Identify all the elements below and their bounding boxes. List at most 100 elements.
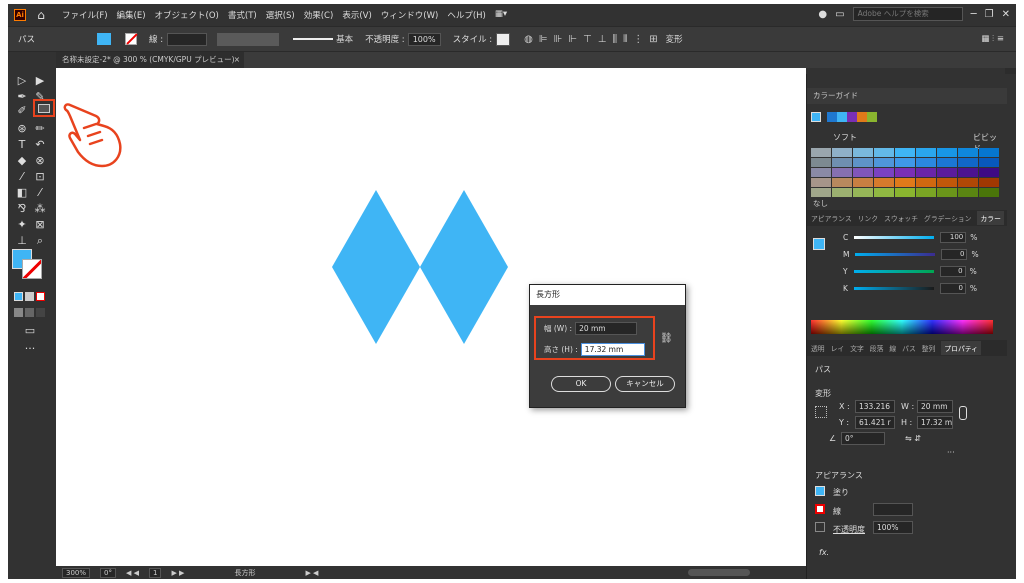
- eyedropper-icon[interactable]: ⁄: [32, 186, 48, 200]
- more-tools-icon[interactable]: ···: [22, 342, 38, 356]
- menu-select[interactable]: 選択(S): [266, 9, 295, 21]
- base-color-swatch[interactable]: [811, 112, 821, 122]
- document-tab[interactable]: 名称未設定-2* @ 300 % (CMYK/GPU プレビュー) ×: [56, 52, 244, 68]
- transform-more-icon[interactable]: ···: [947, 448, 955, 457]
- brush-tool-icon[interactable]: ✐: [14, 104, 30, 118]
- menu-effect[interactable]: 効果(C): [304, 9, 334, 21]
- menu-edit[interactable]: 編集(E): [117, 9, 146, 21]
- distribute-icon[interactable]: ⫼: [612, 34, 617, 45]
- eraser-tool-icon[interactable]: ◆: [14, 154, 30, 168]
- appearance-opacity-field[interactable]: 100%: [873, 521, 913, 534]
- slice-tool-icon[interactable]: ⊥: [14, 234, 30, 248]
- h-field[interactable]: 17.32 m: [917, 416, 953, 429]
- type-tool-icon[interactable]: T: [14, 138, 30, 152]
- tab-paragraph[interactable]: 段落: [870, 343, 884, 353]
- pen-tool-icon[interactable]: ✒: [14, 90, 30, 104]
- restore-button[interactable]: ❐: [985, 9, 994, 20]
- constrain-wh-icon[interactable]: [959, 406, 967, 420]
- draw-behind-icon[interactable]: [25, 308, 34, 317]
- direct-selection-tool-icon[interactable]: ▶: [32, 74, 48, 88]
- tab-pathfinder[interactable]: パス: [902, 343, 916, 353]
- tab-swatches[interactable]: スウォッチ: [884, 213, 918, 223]
- pin-tool-icon[interactable]: ✦: [14, 218, 30, 232]
- height-input[interactable]: 17.32 mm: [580, 343, 645, 356]
- magenta-value[interactable]: 0: [941, 249, 968, 260]
- cyan-value[interactable]: 100: [940, 232, 967, 243]
- menu-file[interactable]: ファイル(F): [62, 9, 108, 21]
- selection-tool-icon[interactable]: ▷: [14, 74, 30, 88]
- blob-brush-icon[interactable]: ⁄: [14, 170, 30, 184]
- stroke-style-label[interactable]: 基本: [336, 33, 353, 45]
- arrange-documents-icon[interactable]: ▭: [835, 9, 844, 20]
- align-top-icon[interactable]: ⊤: [583, 34, 592, 45]
- ok-button[interactable]: OK: [551, 376, 611, 392]
- undo-tool-icon[interactable]: ↶: [32, 138, 48, 152]
- fill-swatch[interactable]: [97, 33, 112, 45]
- close-window-button[interactable]: ✕: [1002, 9, 1010, 20]
- artboard-tool-icon[interactable]: ⊠: [32, 218, 48, 232]
- transform-label[interactable]: 変形: [666, 33, 683, 45]
- stroke-swatch[interactable]: [125, 33, 138, 45]
- rotate-tool-icon[interactable]: ⊛: [14, 122, 30, 136]
- harmony-swatch[interactable]: [847, 112, 857, 122]
- rotation-field[interactable]: 0°: [100, 568, 116, 578]
- tab-color[interactable]: カラー: [977, 211, 1004, 225]
- black-value[interactable]: 0: [939, 283, 966, 294]
- w-field[interactable]: 20 mm: [917, 400, 953, 413]
- align-right-icon[interactable]: ⊩: [568, 34, 577, 45]
- symbol-sprayer-icon[interactable]: ⁂: [32, 202, 48, 216]
- color-mode-icon[interactable]: [14, 292, 23, 301]
- minimize-button[interactable]: ─: [971, 9, 977, 20]
- stroke-weight-field[interactable]: [167, 32, 208, 46]
- tab-align[interactable]: 整列: [922, 343, 936, 353]
- menu-type[interactable]: 書式(T): [228, 9, 257, 21]
- menu-object[interactable]: オブジェクト(O): [155, 9, 219, 21]
- harmony-swatch[interactable]: [827, 112, 837, 122]
- horizontal-scroll-thumb[interactable]: [688, 569, 750, 576]
- color-guide-grid[interactable]: [811, 148, 999, 197]
- width-input[interactable]: 20 mm: [575, 322, 638, 335]
- distribute-v-icon[interactable]: ⋮: [633, 34, 643, 45]
- magenta-slider[interactable]: [855, 253, 936, 256]
- appearance-fill-label[interactable]: 塗り: [833, 487, 849, 498]
- menu-help[interactable]: ヘルプ(H): [447, 9, 486, 21]
- reshape-tool-icon[interactable]: ⊗: [32, 154, 48, 168]
- draw-inside-icon[interactable]: [36, 308, 45, 317]
- zoom-tool-icon[interactable]: ⌕: [32, 234, 48, 248]
- home-icon[interactable]: ⌂: [34, 8, 48, 22]
- cyan-slider[interactable]: [854, 236, 935, 239]
- menu-window[interactable]: ウィンドウ(W): [381, 9, 439, 21]
- harmony-swatch[interactable]: [837, 112, 847, 122]
- tab-appearance[interactable]: アピアランス: [811, 213, 852, 223]
- yellow-value[interactable]: 0: [939, 266, 966, 277]
- yellow-slider[interactable]: [853, 270, 934, 273]
- left-diamond[interactable]: [332, 190, 420, 344]
- x-field[interactable]: 133.216: [855, 400, 895, 413]
- align-center-icon[interactable]: ⊪: [554, 34, 563, 45]
- distribute-h-icon[interactable]: ⫴: [623, 34, 627, 45]
- zoom-field[interactable]: 300%: [62, 568, 91, 578]
- appearance-opacity-label[interactable]: 不透明度: [833, 524, 865, 535]
- help-search-input[interactable]: Adobe ヘルプを検索: [852, 7, 963, 21]
- artboard-nav-icon[interactable]: ◀ ◀: [126, 569, 139, 577]
- cancel-button[interactable]: キャンセル: [615, 376, 675, 392]
- tab-character[interactable]: 文字: [850, 343, 864, 353]
- workspace-switcher-icon[interactable]: ▦▾: [495, 9, 507, 21]
- graphic-style-swatch[interactable]: [496, 32, 511, 46]
- align-left-icon[interactable]: ⊫: [539, 34, 548, 45]
- tab-layers[interactable]: レイ: [831, 343, 845, 353]
- rectangle-tool-icon[interactable]: [38, 104, 50, 113]
- artboard-next-icon[interactable]: ▶ ▶: [171, 569, 184, 577]
- reference-point-icon[interactable]: [815, 406, 827, 418]
- artboard-field[interactable]: 1: [148, 568, 162, 578]
- appearance-fill-swatch[interactable]: [815, 486, 825, 496]
- puppet-warp-icon[interactable]: ⊡: [32, 170, 48, 184]
- opacity-label[interactable]: 不透明度 :: [365, 33, 405, 45]
- color-spectrum[interactable]: [811, 320, 993, 334]
- gradient-mode-icon[interactable]: [25, 292, 34, 301]
- recolor-icon[interactable]: ◍: [524, 34, 533, 45]
- rectangle-tool-highlight[interactable]: [33, 99, 55, 117]
- angle-field[interactable]: 0°: [841, 432, 885, 445]
- harmony-swatches[interactable]: [811, 112, 877, 122]
- shape-builder-icon[interactable]: ◧: [14, 186, 30, 200]
